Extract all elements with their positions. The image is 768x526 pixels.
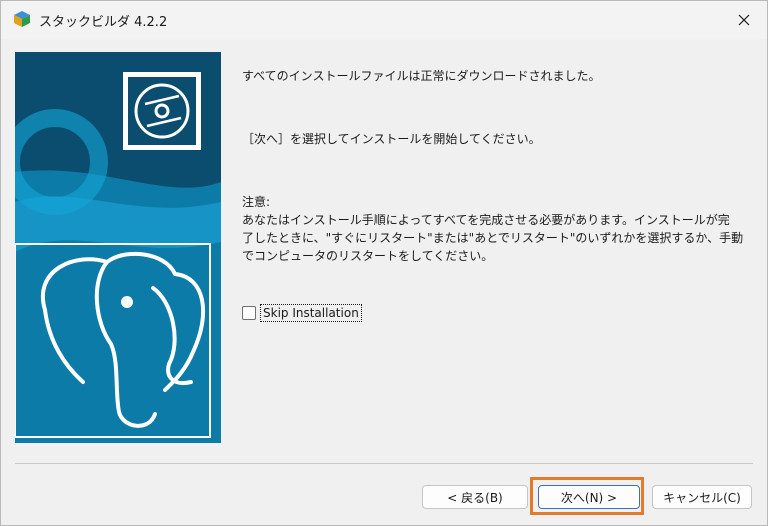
next-button-highlight xyxy=(530,477,644,515)
note-body: あなたはインストール手順によってすべてを完成させる必要があります。インストールが… xyxy=(242,211,747,265)
skip-installation-checkbox[interactable] xyxy=(242,306,256,320)
window-title: スタックビルダ 4.2.2 xyxy=(39,15,168,30)
download-complete-message: すべてのインストールファイルは正常にダウンロードされました。 xyxy=(242,69,601,83)
title-bar: スタックビルダ 4.2.2 xyxy=(1,1,767,39)
footer-divider xyxy=(15,463,753,464)
back-button[interactable]: < 戻る(B) xyxy=(422,485,528,509)
close-icon xyxy=(738,14,750,26)
skip-installation-option[interactable]: Skip Installation xyxy=(242,304,362,322)
instruction-message: ［次へ］を選択してインストールを開始してください。 xyxy=(242,132,541,146)
banner-image xyxy=(15,52,221,443)
note-title: 注意: xyxy=(242,195,271,209)
note-line-2: 了したときに、"すぐにリスタート"または"あとでリスタート"のいずれかを選択する… xyxy=(242,231,744,245)
cancel-button[interactable]: キャンセル(C) xyxy=(652,485,752,509)
stack-builder-icon xyxy=(14,11,30,27)
skip-installation-label[interactable]: Skip Installation xyxy=(260,304,362,322)
close-button[interactable] xyxy=(721,1,767,39)
note-line-1: あなたはインストール手順によってすべてを完成させる必要があります。インストールが… xyxy=(242,213,730,227)
note-line-3: でコンピュータのリスタートをしてください。 xyxy=(242,249,494,263)
installer-window: スタックビルダ 4.2.2 すべてのインストールファイルは正常にダウンロードされ… xyxy=(0,0,768,526)
